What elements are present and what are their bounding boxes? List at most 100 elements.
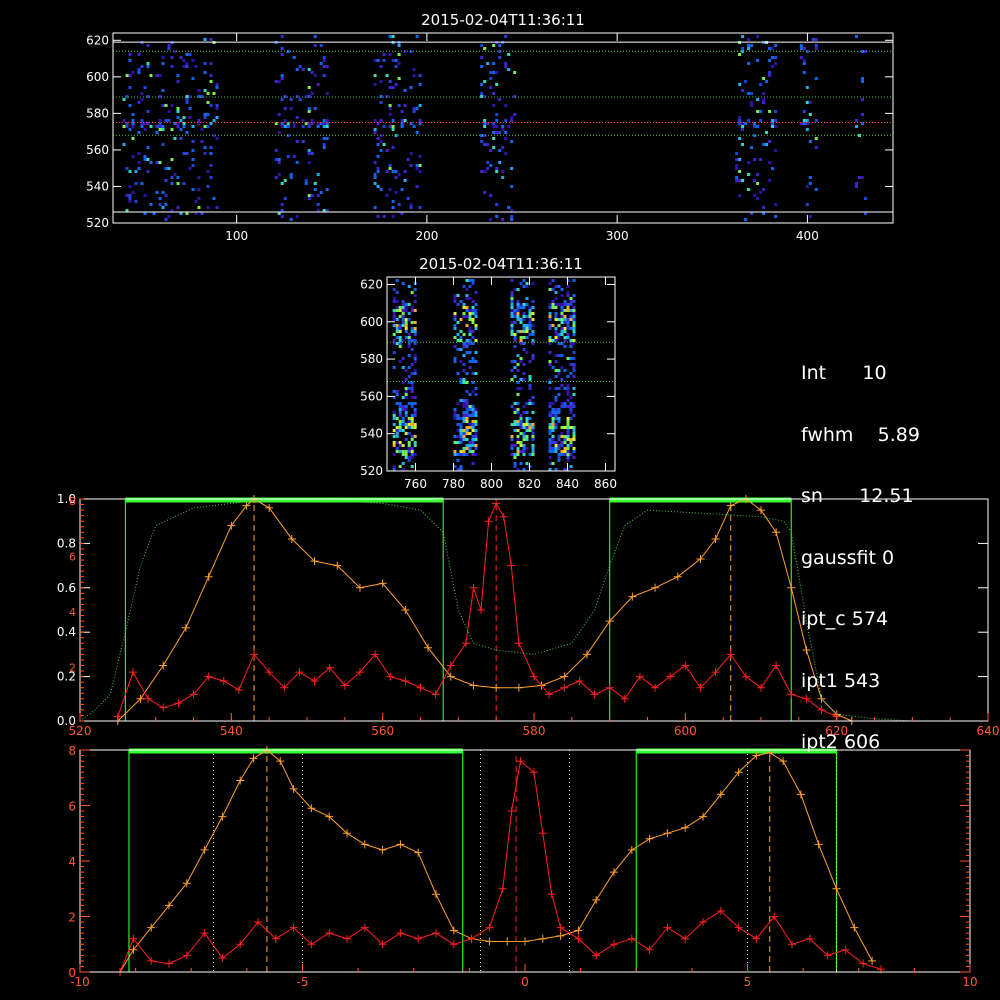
heat-pixel: [548, 444, 552, 447]
heat-pixel: [510, 215, 514, 218]
x-tick-label: -5: [297, 975, 309, 989]
heat-pixel: [554, 399, 558, 402]
heat-pixel: [516, 315, 520, 318]
heat-pixel: [413, 369, 417, 372]
heat-pixel: [554, 315, 558, 318]
heat-pixel: [185, 131, 189, 134]
heat-pixel: [122, 119, 126, 122]
heat-pixel: [277, 80, 281, 83]
heat-pixel: [531, 282, 535, 285]
heat-pixel: [566, 426, 570, 429]
heat-pixel: [128, 86, 132, 89]
heat-pixel: [471, 423, 475, 426]
heat-pixel: [768, 59, 772, 62]
heat-pixel: [398, 402, 402, 405]
heat-pixel: [398, 324, 402, 327]
heat-pixel: [462, 429, 466, 432]
heat-pixel: [474, 393, 478, 396]
heat-pixel: [551, 417, 555, 420]
heat-pixel: [572, 327, 576, 330]
heat-pixel: [203, 62, 207, 65]
heat-pixel: [566, 384, 570, 387]
heat-pixel: [137, 68, 141, 71]
heat-pixel: [200, 128, 204, 131]
heat-pixel: [376, 155, 380, 158]
heat-pixel: [471, 336, 475, 339]
heat-pixel: [313, 44, 317, 47]
heat-pixel: [560, 378, 564, 381]
heat-pixel: [805, 101, 809, 104]
heat-pixel: [170, 176, 174, 179]
heat-pixel: [522, 438, 526, 441]
heat-pixel: [569, 300, 573, 303]
info-label: Int: [801, 362, 827, 384]
heat-pixel: [554, 426, 558, 429]
heat-pixel: [319, 62, 323, 65]
heat-pixel: [176, 182, 180, 185]
heat-pixel: [569, 402, 573, 405]
heat-pixel: [406, 158, 410, 161]
heat-pixel: [548, 318, 552, 321]
top-title: 2015-02-04T11:36:11: [421, 11, 585, 29]
data-point: [514, 639, 523, 648]
heat-pixel: [410, 456, 414, 459]
heat-pixel: [516, 411, 520, 414]
heat-pixel: [735, 164, 739, 167]
heat-pixel: [747, 188, 751, 191]
heat-pixel: [188, 53, 192, 56]
data-point: [446, 661, 455, 670]
heat-pixel: [566, 444, 570, 447]
heat-pixel: [373, 131, 377, 134]
heat-pixel: [407, 366, 411, 369]
heat-pixel: [410, 453, 414, 456]
heat-pixel: [557, 411, 561, 414]
heat-pixel: [483, 143, 487, 146]
heat-pixel: [569, 441, 573, 444]
heat-pixel: [410, 339, 414, 342]
heat-pixel: [738, 83, 742, 86]
heat-pixel: [566, 327, 570, 330]
heat-pixel: [572, 318, 576, 321]
heat-pixel: [548, 414, 552, 417]
info-value: 606: [843, 731, 881, 753]
heat-pixel: [557, 372, 561, 375]
data-point: [645, 834, 654, 843]
heat-pixel: [510, 218, 514, 221]
heat-pixel: [554, 423, 558, 426]
heat-pixel: [516, 423, 520, 426]
heat-pixel: [771, 47, 775, 50]
heat-pixel: [504, 152, 508, 155]
data-point: [218, 812, 227, 821]
heat-pixel: [531, 333, 535, 336]
heat-pixel: [413, 327, 417, 330]
heat-pixel: [557, 336, 561, 339]
data-point: [414, 848, 423, 857]
heat-pixel: [756, 59, 760, 62]
heat-pixel: [492, 104, 496, 107]
heat-pixel: [410, 372, 414, 375]
heat-pixel: [179, 56, 183, 59]
heat-pixel: [548, 441, 552, 444]
heat-pixel: [410, 330, 414, 333]
heat-pixel: [462, 285, 466, 288]
heat-pixel: [392, 318, 396, 321]
data-point: [492, 683, 501, 692]
middle-title: 2015-02-04T11:36:11: [419, 255, 583, 273]
heat-pixel: [551, 420, 555, 423]
heat-pixel: [510, 435, 514, 438]
heat-pixel: [170, 56, 174, 59]
heat-pixel: [395, 429, 399, 432]
heat-pixel: [197, 176, 201, 179]
heat-pixel: [471, 411, 475, 414]
heat-pixel: [560, 306, 564, 309]
heat-pixel: [382, 215, 386, 218]
heat-pixel: [453, 360, 457, 363]
heat-pixel: [814, 119, 818, 122]
heat-pixel: [418, 119, 422, 122]
heat-pixel: [531, 438, 535, 441]
heat-pixel: [501, 170, 505, 173]
heat-pixel: [407, 450, 411, 453]
heat-pixel: [513, 336, 517, 339]
heat-pixel: [486, 143, 490, 146]
heat-pixel: [516, 300, 520, 303]
